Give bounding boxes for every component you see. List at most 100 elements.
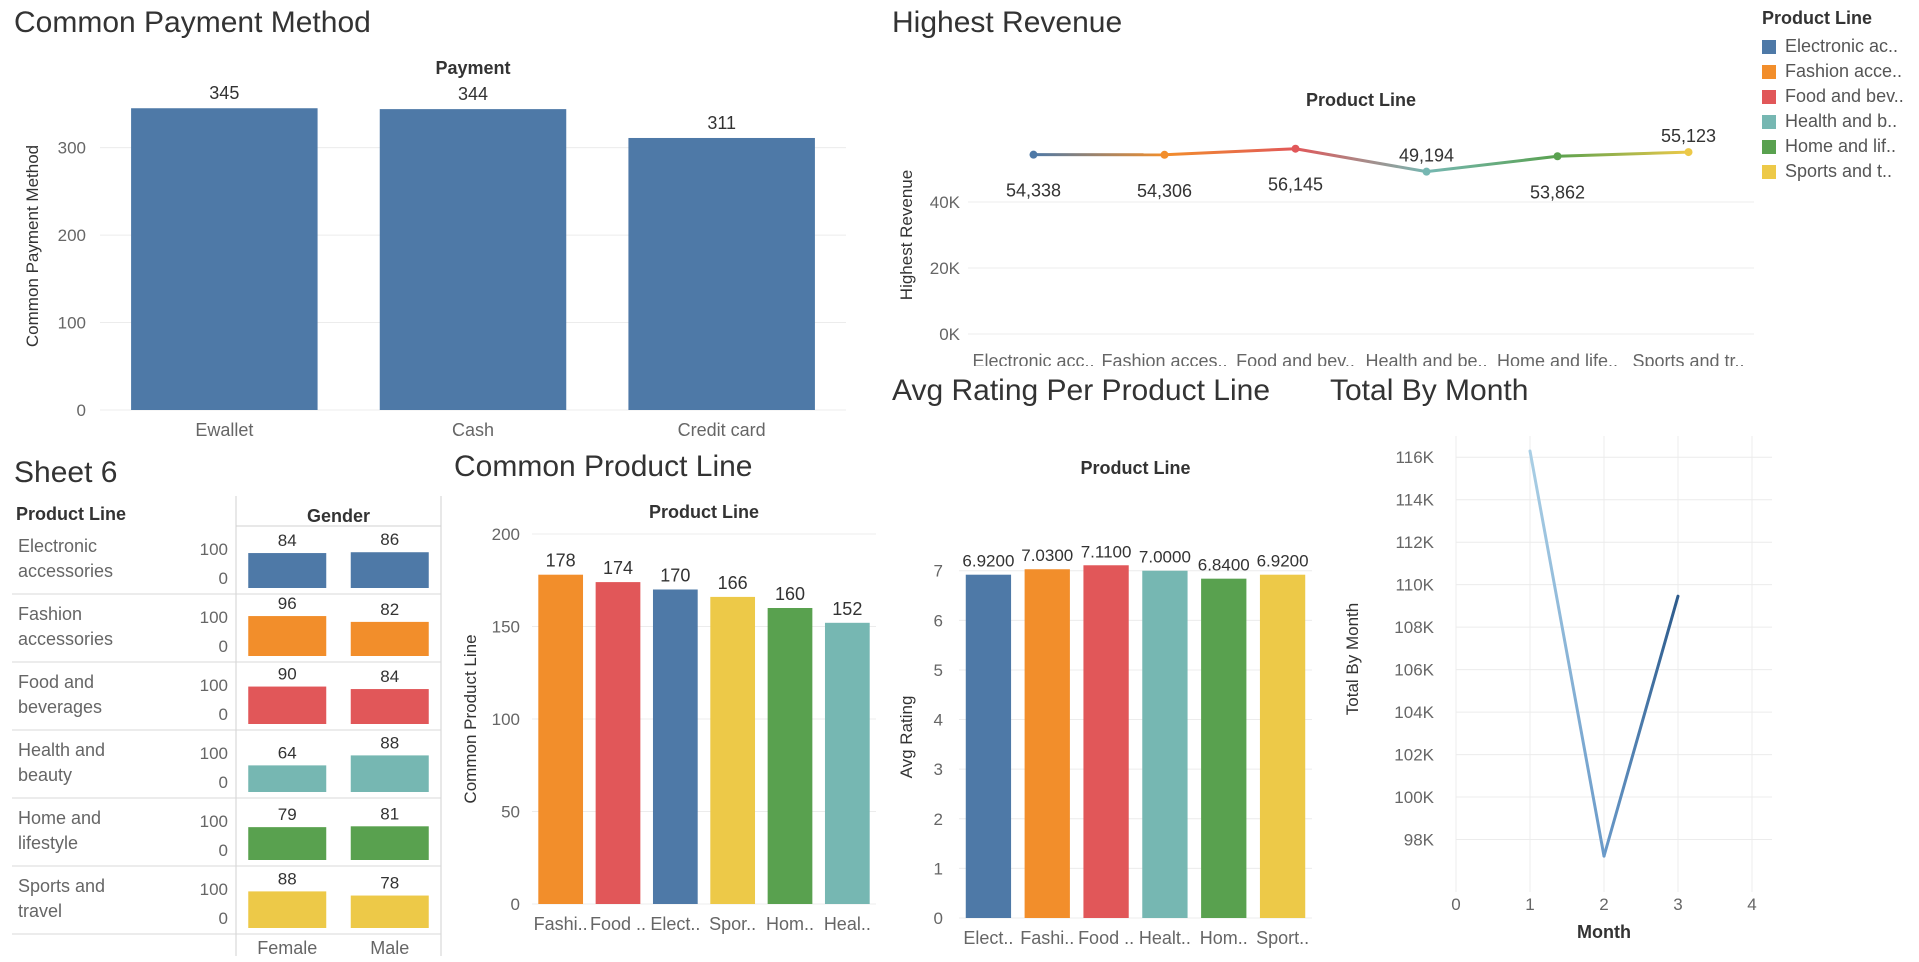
y-tick-label: 102K: [1394, 746, 1434, 765]
legend-swatch: [1762, 114, 1776, 129]
row-label: accessories: [18, 561, 113, 581]
row-label: Food and: [18, 672, 94, 692]
y-tick-label: 200: [58, 226, 86, 245]
x-tick-label: Sport..: [1256, 928, 1309, 948]
payment-chart-title: Common Payment Method: [14, 6, 371, 39]
column-label: Male: [370, 938, 409, 958]
legend-item[interactable]: Health and b..: [1762, 109, 1912, 134]
x-tick-label: 2: [1599, 895, 1608, 914]
y-tick-label: 98K: [1404, 831, 1435, 850]
y-tick-label: 100: [492, 710, 520, 729]
legend-label: Fashion acce..: [1785, 61, 1903, 81]
bar-value-label: 90: [278, 665, 297, 684]
y-tick-label: 0: [219, 705, 228, 724]
y-axis-label: Highest Revenue: [897, 170, 916, 300]
bar: [1142, 570, 1188, 918]
y-tick-label: 0: [77, 401, 86, 420]
y-tick-label: 110K: [1396, 576, 1435, 595]
bar: [350, 755, 429, 792]
x-tick-label: Hom..: [1200, 928, 1248, 948]
legend-item[interactable]: Electronic ac..: [1762, 34, 1912, 59]
payment-bar-chart[interactable]: Payment Common Payment Method 0 100 200 300 34…: [0, 48, 880, 448]
month-chart-title: Total By Month: [1330, 374, 1529, 407]
legend-item[interactable]: Sports and t..: [1762, 159, 1912, 184]
rating-chart-title: Avg Rating Per Product Line: [892, 374, 1271, 407]
bar-value-label: 160: [775, 584, 805, 604]
x-tick-label: Ewallet: [195, 420, 253, 440]
row-label: Home and: [18, 808, 101, 828]
x-tick-label: Health and be..: [1365, 351, 1487, 366]
x-tick-label: 0: [1451, 895, 1460, 914]
legend-swatch: [1762, 139, 1776, 154]
bar: [1259, 574, 1306, 918]
bar: [628, 137, 815, 410]
legend-item[interactable]: Fashion acce..: [1762, 59, 1912, 84]
bar-value-label: 7.0300: [1021, 546, 1073, 565]
y-axis-label: Avg Rating: [897, 696, 916, 779]
y-tick-label: 100K: [1394, 788, 1434, 807]
row-label: beverages: [18, 697, 102, 717]
bar-value-label: 82: [380, 600, 399, 619]
line-segment: [1528, 449, 1606, 858]
bar: [379, 109, 567, 410]
bar: [248, 616, 327, 656]
rating-bar-chart[interactable]: Product Line Avg Rating 0 1 2 3 4 5 6 7 6.9200 Elec…: [882, 458, 1322, 962]
row-label: lifestyle: [18, 833, 78, 853]
x-tick-label: Fashi..: [534, 914, 588, 934]
y-tick-label: 0: [219, 841, 228, 860]
y-tick-label: 300: [58, 139, 86, 158]
y-tick-label: 0: [219, 637, 228, 656]
bar: [350, 895, 429, 928]
y-tick-label: 0K: [939, 325, 960, 344]
x-tick-label: Sports and tr..: [1632, 351, 1744, 366]
x-tick-label: Fashion acces..: [1101, 351, 1227, 366]
point-value-label: 54,306: [1137, 181, 1192, 201]
data-point: [1160, 150, 1169, 159]
legend-item[interactable]: Home and lif..: [1762, 134, 1912, 159]
bar-value-label: 96: [278, 594, 297, 613]
bar: [965, 574, 1012, 918]
product-line-bar-chart[interactable]: Product Line Common Product Line 0 50 100 150…: [452, 496, 882, 962]
month-line-chart[interactable]: 98K 100K 102K 104K 106K 108K 110K 112K 114K 116K 0…: [1322, 424, 1919, 962]
bar: [248, 765, 327, 792]
y-tick-label: 5: [934, 661, 943, 680]
bar: [710, 596, 756, 904]
legend-item[interactable]: Food and bev..: [1762, 84, 1912, 109]
revenue-line-chart[interactable]: Product Line Highest Revenue 0K 20K 40K 54,33…: [882, 76, 1762, 366]
y-tick-label: 4: [934, 711, 943, 730]
legend-label: Health and b..: [1785, 111, 1898, 131]
column-label: Female: [257, 938, 317, 958]
bar-value-label: 6.8400: [1198, 556, 1250, 575]
legend-label: Food and bev..: [1785, 86, 1904, 106]
x-tick-label: Cash: [452, 420, 494, 440]
bar: [1024, 569, 1070, 918]
x-tick-label: 4: [1747, 895, 1756, 914]
product-line-legend[interactable]: Product Line Electronic ac.. Fashion acce…: [1762, 8, 1912, 184]
x-tick-label: Credit card: [678, 420, 766, 440]
y-tick-label: 7: [934, 562, 943, 581]
x-tick-label: Electronic acc..: [972, 351, 1094, 366]
revenue-chart-title: Highest Revenue: [892, 6, 1123, 39]
bar-value-label: 79: [278, 805, 297, 824]
bar: [248, 553, 327, 588]
product-chart-title: Common Product Line: [454, 450, 753, 483]
data-point: [1029, 150, 1038, 159]
x-tick-label: Fashi..: [1020, 928, 1074, 948]
bar-value-label: 345: [209, 83, 239, 103]
sheet6-title: Sheet 6: [14, 456, 118, 489]
data-point: [1684, 148, 1693, 157]
bar-value-label: 7.0000: [1139, 548, 1191, 567]
bar-value-label: 178: [546, 551, 576, 571]
y-tick-label: 100: [200, 880, 228, 899]
gender-product-bar-table[interactable]: Product Line Gender Electronic accessories 1…: [0, 496, 448, 962]
point-value-label: 55,123: [1661, 126, 1716, 146]
legend-swatch: [1762, 39, 1776, 54]
bar: [767, 608, 813, 904]
bar-value-label: 152: [832, 599, 862, 619]
y-tick-label: 200: [492, 525, 520, 544]
legend-swatch: [1762, 89, 1776, 104]
bar: [131, 108, 318, 411]
row-label: accessories: [18, 629, 113, 649]
bar-value-label: 6.9200: [962, 552, 1014, 571]
line-segment: [1557, 150, 1689, 158]
